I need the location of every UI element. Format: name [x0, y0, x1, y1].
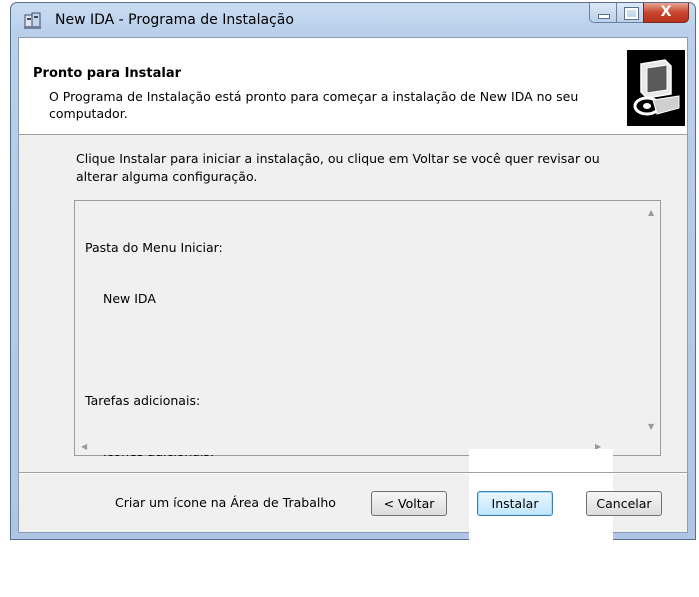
- scroll-left-icon[interactable]: ◀: [81, 443, 87, 451]
- title-bar[interactable]: New IDA - Programa de Instalação X: [11, 3, 695, 37]
- memo-line: Tarefas adicionais:: [85, 393, 201, 408]
- page-title: Pronto para Instalar: [33, 66, 182, 81]
- summary-memo-text: Pasta do Menu Iniciar: New IDA Tarefas a…: [85, 205, 336, 545]
- close-button[interactable]: X: [643, 3, 689, 23]
- button-divider: [19, 472, 687, 474]
- close-icon: X: [660, 4, 672, 20]
- summary-memo[interactable]: Pasta do Menu Iniciar: New IDA Tarefas a…: [74, 200, 661, 597]
- page-description: O Programa de Instalação está pronto par…: [49, 89, 579, 121]
- instructions-text: Clique Instalar para iniciar a instalaçã…: [76, 151, 600, 184]
- minimize-button[interactable]: [589, 3, 616, 23]
- back-button[interactable]: < Voltar: [371, 491, 447, 516]
- memo-line: New IDA: [103, 291, 156, 306]
- scroll-up-icon[interactable]: ▲: [648, 209, 654, 217]
- computer-disk-icon: [627, 50, 685, 126]
- memo-line: Criar um ícone na Área de Trabalho: [115, 495, 336, 510]
- memo-line: Pasta do Menu Iniciar:: [85, 240, 223, 255]
- cancel-button[interactable]: Cancelar: [586, 491, 662, 516]
- wizard-header: Pronto para Instalar O Programa de Insta…: [19, 38, 687, 135]
- scroll-down-icon[interactable]: ▼: [648, 423, 654, 431]
- caption-buttons: X: [589, 3, 689, 23]
- maximize-button[interactable]: [616, 3, 643, 23]
- installer-icon: [24, 12, 41, 29]
- memo-line: [85, 341, 336, 358]
- vertical-scrollbar[interactable]: ▲ ▼: [643, 201, 660, 438]
- window-title: New IDA - Programa de Instalação: [55, 12, 294, 28]
- install-button[interactable]: Instalar: [477, 491, 553, 516]
- scrollbar-corner: [643, 438, 660, 455]
- installer-window: New IDA - Programa de Instalação X Pront…: [10, 2, 696, 597]
- wizard-client-area: Pronto para Instalar O Programa de Insta…: [18, 37, 688, 597]
